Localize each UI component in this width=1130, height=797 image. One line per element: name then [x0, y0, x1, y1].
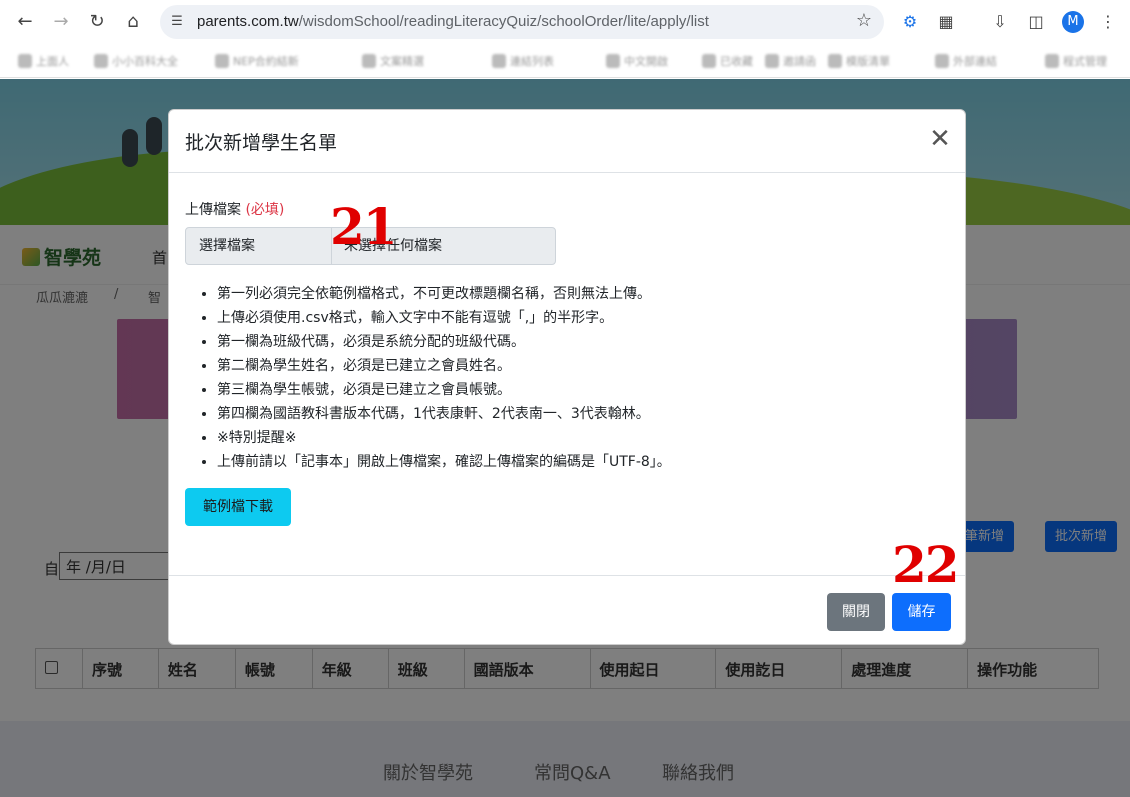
bookmarks-bar: 上面人 小小百科大全 NEP合約結新 文案精選 連結列表 中文開啟 已收藏 邀請… [0, 44, 1130, 78]
side-panel-icon[interactable]: ◫ [1024, 10, 1048, 34]
modal-footer: 關閉 儲存 [169, 575, 965, 644]
rule-item: 上傳前請以「記事本」開啟上傳檔案，確認上傳檔案的編碼是「UTF-8」。 [217, 450, 947, 474]
reload-icon[interactable]: ↻ [85, 10, 109, 34]
bookmark-item[interactable]: 小小百科大全 [94, 53, 178, 69]
step-21-annotation: 21 [330, 197, 398, 256]
upload-rules-list: 第一列必須完全依範例檔格式，不可更改標題欄名稱，否則無法上傳。 上傳必須使用.c… [217, 282, 947, 474]
rule-item: 第三欄為學生帳號，必須是已建立之會員帳號。 [217, 378, 947, 402]
home-icon[interactable]: ⌂ [121, 10, 145, 34]
rule-item: 第四欄為國語教科書版本代碼，1代表康軒、2代表南一、3代表翰林。 [217, 402, 947, 426]
url-text: parents.com.tw/wisdomSchool/readingLiter… [197, 13, 709, 30]
bookmark-star-icon[interactable]: ☆ [856, 10, 872, 31]
forward-icon[interactable]: → [49, 10, 73, 34]
modal-title: 批次新增學生名單 [185, 132, 338, 154]
bookmark-item[interactable]: 連結列表 [492, 53, 554, 69]
download-icon[interactable]: ⇩ [988, 10, 1012, 34]
bookmark-item[interactable]: NEP合約結新 [215, 53, 299, 69]
extensions-icon[interactable]: ▦ [934, 10, 958, 34]
close-button[interactable]: 關閉 [827, 593, 885, 631]
choose-file-button[interactable]: 選擇檔案 [186, 228, 332, 264]
bookmark-item[interactable]: 外部連結 [935, 53, 997, 69]
bookmark-item[interactable]: 邀請函 [765, 53, 816, 69]
bookmark-item[interactable]: 模版清單 [828, 53, 890, 69]
rule-item: 第一欄為班級代碼，必須是系統分配的班級代碼。 [217, 330, 947, 354]
rule-item: 第一列必須完全依範例檔格式，不可更改標題欄名稱，否則無法上傳。 [217, 282, 947, 306]
address-bar[interactable]: ☰ parents.com.tw/wisdomSchool/readingLit… [160, 5, 884, 39]
back-icon[interactable]: ← [13, 10, 37, 34]
url-path: /wisdomSchool/readingLiteracyQuiz/school… [298, 13, 709, 30]
batch-add-modal: 批次新增學生名單 ✕ 上傳檔案 (必填) 選擇檔案 未選擇任何檔案 第一列必須完… [168, 109, 966, 645]
upload-field-label: 上傳檔案 (必填) [185, 202, 285, 218]
site-info-icon[interactable]: ☰ [168, 13, 186, 31]
rule-item: 上傳必須使用.csv格式，輸入文字中不能有逗號「,」的半形字。 [217, 306, 947, 330]
step-22-annotation: 22 [892, 535, 960, 594]
modal-header: 批次新增學生名單 ✕ [169, 110, 965, 173]
save-button[interactable]: 儲存 [892, 593, 951, 631]
bookmark-item[interactable]: 上面人 [18, 53, 69, 69]
rule-item: ※特別提醒※ [217, 426, 947, 450]
close-icon[interactable]: ✕ [927, 126, 953, 153]
url-host: parents.com.tw [197, 13, 299, 30]
sample-download-button[interactable]: 範例檔下載 [185, 488, 291, 526]
bookmark-item[interactable]: 中文開啟 [606, 53, 668, 69]
more-menu-icon[interactable]: ⋮ [1096, 10, 1120, 34]
translate-icon[interactable]: ⚙ [898, 10, 922, 34]
profile-avatar[interactable]: M [1062, 11, 1084, 33]
browser-toolbar: ← → ↻ ⌂ ☰ parents.com.tw/wisdomSchool/re… [0, 0, 1130, 44]
bookmark-item[interactable]: 已收藏 [702, 53, 753, 69]
bookmark-item[interactable]: 程式管理 [1045, 53, 1107, 69]
required-marker: (必填) [245, 202, 285, 218]
rule-item: 第二欄為學生姓名，必須是已建立之會員姓名。 [217, 354, 947, 378]
bookmark-item[interactable]: 文案精選 [362, 53, 424, 69]
